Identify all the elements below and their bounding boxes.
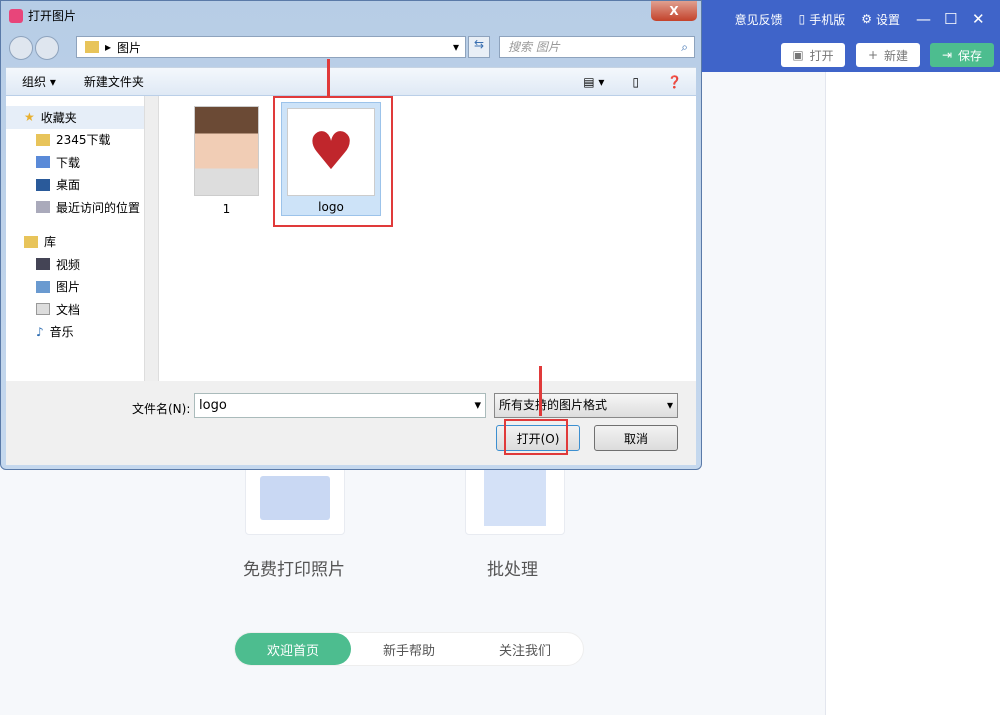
nav-scrollbar[interactable] <box>144 96 158 381</box>
nav-item[interactable]: 最近访问的位置 <box>6 196 158 219</box>
feedback-link[interactable]: 意见反馈 <box>735 11 783 28</box>
nav-item[interactable]: 图片 <box>6 276 158 299</box>
path-segment[interactable]: 图片 <box>117 39 141 56</box>
tab-follow[interactable]: 关注我们 <box>467 633 583 665</box>
mobile-link[interactable]: ▯手机版 <box>799 11 846 28</box>
file-list: 1 ♥ logo <box>159 96 696 381</box>
right-panel <box>825 72 1000 715</box>
nav-item[interactable]: 视频 <box>6 253 158 276</box>
refresh-button[interactable]: ⇆ <box>468 36 490 58</box>
navigation-pane: ★收藏夹 2345下载 下载 桌面 最近访问的位置 库 视频 图片 文档 ♪音乐 <box>6 96 159 381</box>
video-icon <box>36 258 50 270</box>
gear-icon: ⚙ <box>861 12 872 26</box>
nav-item[interactable]: 桌面 <box>6 174 158 197</box>
settings-link[interactable]: ⚙设置 <box>861 11 900 28</box>
dialog-title: 打开图片 <box>28 7 76 24</box>
file-type-select[interactable]: 所有支持的图片格式▾ <box>494 393 678 418</box>
desktop-icon <box>36 179 50 191</box>
app-logo-icon <box>9 9 23 23</box>
filename-input[interactable]: logo▾ <box>194 393 486 418</box>
chevron-down-icon: ▾ <box>474 394 481 417</box>
view-menu-icon[interactable]: ▤ ▾ <box>583 75 604 89</box>
file-item[interactable]: 1 <box>194 106 259 216</box>
plus-icon: + <box>868 48 878 62</box>
music-icon: ♪ <box>36 325 44 339</box>
nav-item[interactable]: ♪音乐 <box>6 321 158 344</box>
phone-icon: ▯ <box>799 12 806 26</box>
dialog-close-button[interactable]: X <box>651 1 697 21</box>
picture-icon <box>36 281 50 293</box>
folder-icon <box>36 134 50 146</box>
recent-icon <box>36 201 50 213</box>
star-icon: ★ <box>24 110 35 124</box>
nav-item[interactable]: 2345下载 <box>6 129 158 152</box>
tab-help[interactable]: 新手帮助 <box>351 633 467 665</box>
search-icon: ⌕ <box>681 37 688 57</box>
maximize-button[interactable]: ☐ <box>944 10 966 28</box>
document-icon <box>36 303 50 315</box>
file-name: 1 <box>194 202 259 216</box>
arrow-annotation <box>327 59 330 97</box>
folder-icon <box>85 41 99 53</box>
open-file-dialog: 打开图片 X ▸ 图片▾ ⇆ 搜索 图片⌕ 组织 ▾ 新建文件夹 ▤ ▾ ▯ ❓… <box>0 0 702 470</box>
export-icon: ⇥ <box>942 48 952 62</box>
search-input[interactable]: 搜索 图片 ⌕ <box>499 36 695 58</box>
highlight-box <box>504 419 568 455</box>
dialog-footer: 文件名(N): logo▾ 所有支持的图片格式▾ 打开(O) 取消 <box>6 381 696 465</box>
new-folder-button[interactable]: 新建文件夹 <box>84 73 144 90</box>
arrow-annotation <box>539 366 542 416</box>
download-icon <box>36 156 50 168</box>
nav-item[interactable]: 文档 <box>6 298 158 321</box>
close-app-button[interactable]: ✕ <box>972 10 994 28</box>
help-icon[interactable]: ❓ <box>667 75 682 89</box>
save-button[interactable]: ⇥保存 <box>930 43 994 67</box>
library-icon <box>24 236 38 248</box>
new-button[interactable]: +新建 <box>856 43 920 67</box>
bottom-tabs: 欢迎首页 新手帮助 关注我们 <box>234 632 584 666</box>
nav-favorites[interactable]: ★收藏夹 <box>6 106 158 129</box>
feature-batch[interactable]: 批处理 <box>487 555 538 580</box>
forward-button[interactable] <box>35 36 59 60</box>
feature-print[interactable]: 免费打印照片 <box>243 555 345 580</box>
nav-libraries[interactable]: 库 <box>6 231 158 254</box>
organize-menu[interactable]: 组织 ▾ <box>22 73 56 90</box>
highlight-box <box>273 96 393 227</box>
search-placeholder: 搜索 图片 <box>508 40 560 54</box>
filename-label: 文件名(N): <box>132 400 190 417</box>
image-icon: ▣ <box>792 48 803 62</box>
dialog-cancel-button[interactable]: 取消 <box>594 425 678 451</box>
nav-item[interactable]: 下载 <box>6 151 158 174</box>
chevron-down-icon: ▾ <box>667 394 673 417</box>
open-button[interactable]: ▣打开 <box>781 43 845 67</box>
chevron-down-icon[interactable]: ▾ <box>453 40 459 54</box>
address-bar[interactable]: ▸ 图片▾ <box>76 36 466 58</box>
back-button[interactable] <box>9 36 33 60</box>
photo-thumbnail <box>194 106 259 196</box>
preview-pane-icon[interactable]: ▯ <box>632 75 639 89</box>
minimize-button[interactable]: — <box>916 10 938 28</box>
tab-home[interactable]: 欢迎首页 <box>235 633 351 665</box>
